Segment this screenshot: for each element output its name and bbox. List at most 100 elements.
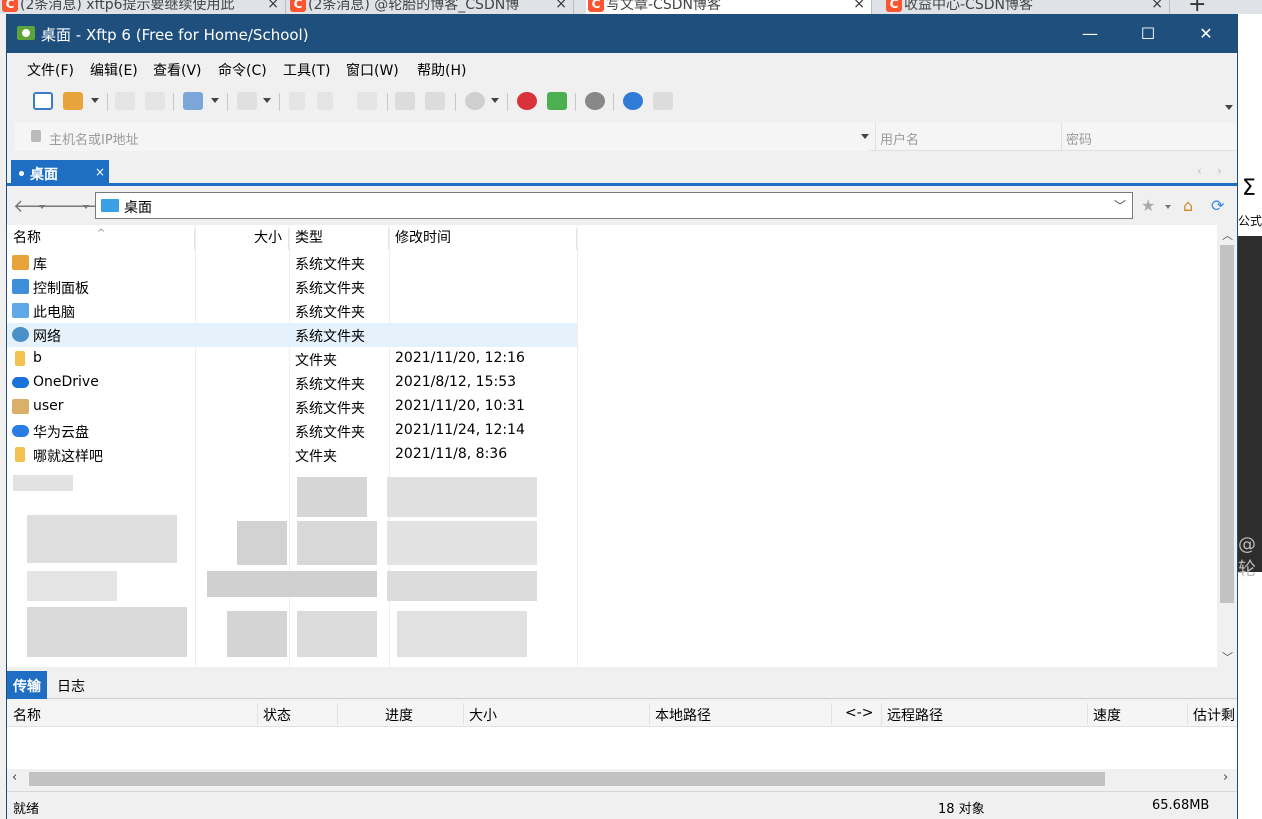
title-bar[interactable]: 桌面 - Xftp 6 (Free for Home/School) — ☐ ✕ bbox=[7, 15, 1237, 53]
csdn-favicon-icon: C bbox=[290, 0, 306, 12]
scroll-right-icon[interactable]: › bbox=[1223, 770, 1228, 785]
tab-next-icon[interactable]: › bbox=[1217, 164, 1222, 178]
help-icon[interactable] bbox=[623, 92, 643, 110]
tab-desktop[interactable]: 桌面 × bbox=[11, 160, 109, 186]
menu-file[interactable]: 文件(F) bbox=[27, 60, 74, 80]
file-row[interactable]: user 系统文件夹 2021/11/20, 10:31 bbox=[7, 395, 577, 419]
properties-icon[interactable] bbox=[395, 92, 415, 110]
scroll-up-icon[interactable]: ︿ bbox=[1222, 227, 1233, 243]
chevron-down-icon[interactable]: ﹀ bbox=[1114, 197, 1126, 214]
new-session-icon[interactable] bbox=[33, 92, 53, 110]
transfer-col-local-path[interactable]: 本地路径 bbox=[655, 705, 711, 725]
transfer-col-direction[interactable]: <-> bbox=[845, 705, 874, 721]
maximize-button[interactable]: ☐ bbox=[1125, 21, 1171, 47]
paste-icon[interactable] bbox=[317, 92, 333, 110]
path-input[interactable]: 桌面 ﹀ bbox=[95, 192, 1133, 219]
chevron-down-icon[interactable] bbox=[83, 205, 89, 209]
menu-window[interactable]: 窗口(W) bbox=[346, 60, 399, 80]
column-header-modified[interactable]: 修改时间 bbox=[389, 228, 577, 250]
xshell-icon[interactable] bbox=[517, 92, 537, 110]
column-header-type[interactable]: 类型 bbox=[289, 228, 389, 250]
scroll-down-icon[interactable]: ﹀ bbox=[1222, 649, 1233, 665]
chevron-down-icon[interactable] bbox=[1225, 105, 1233, 110]
transfer-list bbox=[7, 727, 1237, 769]
refresh-icon[interactable]: ⟳ bbox=[1211, 196, 1224, 215]
file-row[interactable]: 哪就这样吧 文件夹 2021/11/8, 8:36 bbox=[7, 443, 577, 467]
vertical-scrollbar[interactable]: ︿ ﹀ bbox=[1217, 225, 1237, 667]
menu-view[interactable]: 查看(V) bbox=[153, 60, 202, 80]
file-row[interactable]: OneDrive 系统文件夹 2021/8/12, 15:53 bbox=[7, 371, 577, 395]
file-row[interactable]: 华为云盘 系统文件夹 2021/11/24, 12:14 bbox=[7, 419, 577, 443]
transfer-col-speed[interactable]: 速度 bbox=[1093, 705, 1121, 725]
file-row[interactable]: b 文件夹 2021/11/20, 12:16 bbox=[7, 347, 577, 371]
home-icon[interactable]: ⌂ bbox=[1183, 196, 1193, 215]
globe-icon[interactable] bbox=[465, 92, 485, 110]
connect-icon[interactable] bbox=[115, 92, 135, 110]
menu-tools[interactable]: 工具(T) bbox=[283, 60, 330, 80]
username-input[interactable]: 用户名 bbox=[875, 123, 1055, 151]
close-icon[interactable]: × bbox=[853, 0, 865, 12]
close-icon[interactable]: × bbox=[1151, 0, 1163, 12]
scrollbar-thumb[interactable] bbox=[29, 772, 1105, 786]
chat-icon[interactable] bbox=[653, 92, 673, 110]
chevron-down-icon[interactable] bbox=[491, 98, 499, 103]
file-type: 系统文件夹 bbox=[295, 329, 365, 345]
transfer-col-size[interactable]: 大小 bbox=[469, 705, 497, 725]
menu-help[interactable]: 帮助(H) bbox=[417, 60, 466, 80]
browser-tab[interactable]: C (2条消息) @轮胎的博客_CSDN博 × bbox=[288, 0, 574, 14]
xftp-icon[interactable] bbox=[547, 92, 567, 110]
transfer-col-name[interactable]: 名称 bbox=[13, 705, 41, 725]
star-icon[interactable]: ★ bbox=[1141, 196, 1155, 215]
file-modified: 2021/8/12, 15:53 bbox=[395, 374, 517, 390]
transfer-col-eta[interactable]: 估计剩 bbox=[1193, 705, 1235, 725]
file-row[interactable]: 控制面板 系统文件夹 bbox=[7, 275, 577, 299]
transfer-col-remote-path[interactable]: 远程路径 bbox=[887, 705, 943, 725]
file-row[interactable]: 此电脑 系统文件夹 bbox=[7, 299, 577, 323]
horizontal-scrollbar[interactable]: ‹ › bbox=[7, 769, 1237, 789]
gear-icon[interactable] bbox=[585, 92, 605, 110]
menu-edit[interactable]: 编辑(E) bbox=[90, 60, 138, 80]
chevron-down-icon[interactable] bbox=[91, 98, 99, 103]
minimize-button[interactable]: — bbox=[1067, 21, 1113, 47]
csdn-favicon-icon: C bbox=[886, 0, 902, 12]
close-button[interactable]: ✕ bbox=[1183, 21, 1229, 47]
close-icon[interactable]: × bbox=[95, 165, 105, 179]
open-folder-icon[interactable] bbox=[63, 92, 83, 110]
disconnect-icon[interactable] bbox=[145, 92, 165, 110]
browser-tab[interactable]: C 收益中心-CSDN博客 × bbox=[884, 0, 1170, 14]
copy-icon[interactable] bbox=[289, 92, 305, 110]
browser-tab[interactable]: C 写文章-CSDN博客 × bbox=[586, 0, 872, 14]
chevron-down-icon[interactable] bbox=[263, 98, 271, 103]
file-row[interactable]: 网络 系统文件夹 bbox=[7, 323, 577, 347]
tab-prev-icon[interactable]: ‹ bbox=[1197, 164, 1202, 178]
path-text: 桌面 bbox=[124, 200, 152, 216]
chevron-down-icon[interactable] bbox=[39, 205, 45, 209]
transfer-icon[interactable] bbox=[357, 92, 377, 110]
scrollbar-thumb[interactable] bbox=[1220, 245, 1234, 603]
file-row[interactable]: 库 系统文件夹 bbox=[7, 251, 577, 275]
browser-tab[interactable]: C (2条消息) xftp6提示要继续使用此 × bbox=[0, 0, 286, 14]
new-tab-icon[interactable]: + bbox=[1188, 0, 1206, 14]
transfer-col-progress[interactable]: 进度 bbox=[385, 705, 413, 725]
chevron-down-icon[interactable] bbox=[861, 134, 869, 139]
tab-label: 桌面 bbox=[30, 167, 58, 183]
close-icon[interactable]: × bbox=[267, 0, 279, 12]
tab-transfer[interactable]: 传输 bbox=[7, 671, 47, 699]
new-folder-icon[interactable] bbox=[183, 92, 203, 110]
duplicate-icon[interactable] bbox=[425, 92, 445, 110]
tab-log[interactable]: 日志 bbox=[51, 671, 91, 699]
view-icon[interactable] bbox=[237, 92, 257, 110]
host-input[interactable]: 主机名或IP地址 bbox=[15, 123, 869, 151]
status-text: 就绪 bbox=[13, 802, 40, 817]
column-header-name[interactable]: 名称 ^ bbox=[7, 228, 195, 250]
chevron-down-icon[interactable] bbox=[211, 98, 219, 103]
scroll-left-icon[interactable]: ‹ bbox=[12, 770, 17, 785]
column-header-size[interactable]: 大小 bbox=[195, 228, 289, 250]
close-icon[interactable]: × bbox=[555, 0, 567, 12]
redacted-block bbox=[13, 475, 73, 491]
redacted-area bbox=[7, 475, 567, 667]
transfer-col-status[interactable]: 状态 bbox=[263, 705, 291, 725]
chevron-down-icon[interactable] bbox=[1165, 205, 1171, 209]
menu-command[interactable]: 命令(C) bbox=[218, 60, 267, 80]
password-input[interactable]: 密码 bbox=[1061, 123, 1237, 151]
